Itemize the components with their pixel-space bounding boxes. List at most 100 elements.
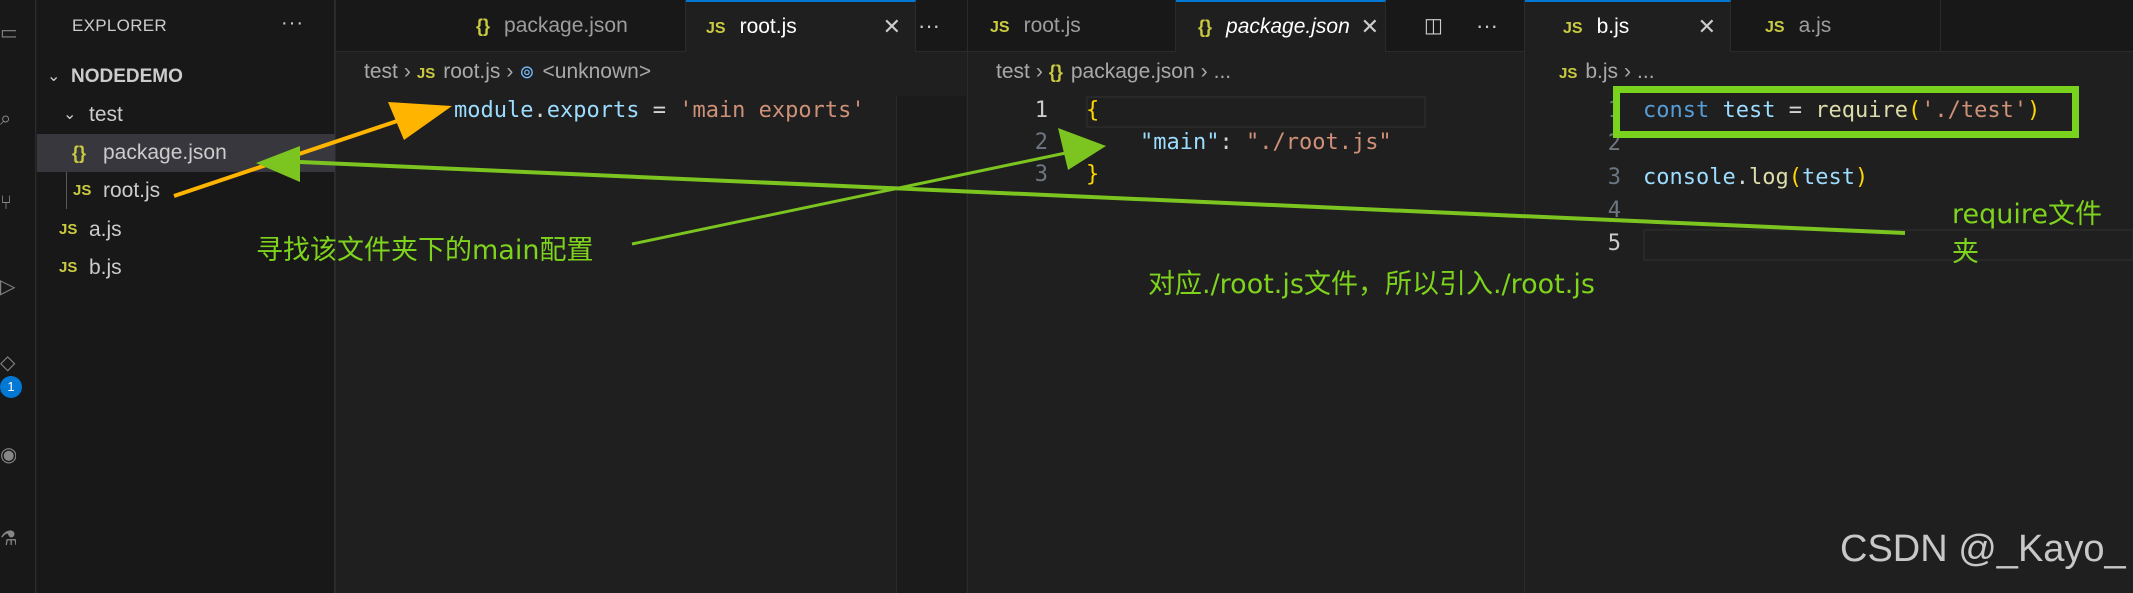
code-token: = bbox=[639, 98, 680, 123]
breadcrumb-item[interactable]: package.json bbox=[1071, 60, 1195, 83]
code-token: } bbox=[1086, 162, 1100, 187]
tab-bar: JS root.js {} package.json ✕ ◫ ··· bbox=[968, 0, 1524, 52]
more-actions-icon[interactable]: ··· bbox=[1476, 0, 1498, 52]
tab-bar: {} package.json JS root.js ✕ ··· bbox=[336, 0, 967, 52]
folder-label: test bbox=[89, 103, 123, 126]
files-icon[interactable]: ▭ bbox=[0, 22, 16, 44]
code-token: log bbox=[1748, 165, 1789, 190]
js-file-icon: JS bbox=[59, 221, 78, 238]
tab-label: root.js bbox=[1023, 14, 1081, 37]
breadcrumb: JS b.js ›... bbox=[1559, 60, 1655, 84]
tab-label: root.js bbox=[739, 15, 797, 38]
explorer-more-icon[interactable]: ··· bbox=[281, 12, 304, 35]
tab-b-js[interactable]: JS b.js ✕ bbox=[1525, 0, 1731, 52]
more-actions-icon[interactable]: ··· bbox=[918, 0, 940, 52]
code-token: 'main exports' bbox=[679, 98, 865, 123]
close-icon[interactable]: ✕ bbox=[1698, 2, 1716, 52]
split-editor-icon[interactable]: ◫ bbox=[1424, 0, 1443, 52]
line-number: 3 bbox=[1607, 165, 1621, 190]
json-file-icon: {} bbox=[476, 16, 491, 36]
chevron-right-icon: › bbox=[1624, 60, 1632, 83]
code-token: "./root.js" bbox=[1245, 130, 1392, 155]
tree-folder-test[interactable]: ⌄ test bbox=[37, 96, 335, 134]
run-debug-icon[interactable]: ▷ bbox=[0, 276, 16, 298]
tab-label: a.js bbox=[1798, 14, 1832, 37]
search-icon[interactable]: ⌕ bbox=[0, 108, 16, 130]
js-file-icon: JS bbox=[73, 182, 92, 199]
symbol-icon: ⊚ bbox=[519, 62, 535, 82]
chevron-right-icon: › bbox=[1200, 60, 1208, 83]
code-token: . bbox=[1735, 165, 1749, 190]
tab-bar: JS b.js ✕ JS a.js bbox=[1525, 0, 2133, 52]
breadcrumb-item[interactable]: <unknown> bbox=[543, 60, 652, 83]
json-file-icon: {} bbox=[1198, 17, 1213, 37]
chevron-down-icon: ⌄ bbox=[63, 106, 77, 123]
minimap[interactable] bbox=[896, 96, 966, 593]
tab-label: b.js bbox=[1596, 15, 1630, 38]
json-file-icon: {} bbox=[72, 143, 87, 163]
line-number: 3 bbox=[1034, 162, 1048, 187]
breadcrumb-item[interactable]: ... bbox=[1214, 60, 1232, 83]
tab-label: package.json bbox=[504, 14, 628, 37]
close-icon[interactable]: ✕ bbox=[1361, 2, 1379, 52]
editor-group-1: {} package.json JS root.js ✕ ··· test › JS ro… bbox=[335, 0, 967, 593]
code-line-2[interactable]: "main": "./root.js" bbox=[1140, 128, 1392, 158]
file-label: root.js bbox=[103, 179, 161, 202]
breadcrumb-item[interactable]: test bbox=[996, 60, 1030, 83]
tree-file-package-json[interactable]: {} package.json bbox=[37, 134, 335, 172]
code-line-3[interactable]: } bbox=[1086, 160, 1099, 190]
tab-package-json[interactable]: {} package.json bbox=[456, 0, 686, 52]
explorer-title: EXPLORER bbox=[72, 16, 167, 35]
current-line-highlight bbox=[1086, 96, 1426, 128]
js-file-icon: JS bbox=[1559, 65, 1578, 82]
breadcrumb-item[interactable]: ... bbox=[1637, 60, 1655, 83]
breadcrumb: test › JS root.js › ⊚ <unknown> bbox=[364, 60, 651, 84]
extensions-badge: 1 bbox=[0, 376, 22, 398]
breadcrumb-item[interactable]: b.js bbox=[1585, 60, 1618, 83]
activity-bar: ▭ ⌕ ⑂ ▷ ◇ 1 ◉ ⚗ bbox=[0, 0, 36, 593]
code-token: exports bbox=[546, 98, 640, 123]
root-folder-label: NODEDEMO bbox=[71, 66, 183, 87]
line-number: 5 bbox=[1607, 231, 1621, 256]
file-label: package.json bbox=[103, 141, 227, 164]
tab-package-json[interactable]: {} package.json ✕ bbox=[1176, 0, 1386, 52]
js-file-icon: JS bbox=[1765, 19, 1785, 36]
tab-root-js[interactable]: JS root.js bbox=[968, 0, 1176, 52]
remote-icon[interactable]: ◉ bbox=[0, 444, 16, 466]
code-token: test bbox=[1801, 165, 1855, 190]
line-number: 1 bbox=[1034, 98, 1048, 123]
code-line-1[interactable]: { bbox=[1086, 96, 1099, 126]
breadcrumb: test ›{} package.json ›... bbox=[996, 60, 1231, 84]
testing-icon[interactable]: ⚗ bbox=[0, 528, 16, 550]
json-file-icon: {} bbox=[1048, 62, 1063, 82]
code-token: console bbox=[1643, 165, 1736, 190]
chevron-down-icon: ⌄ bbox=[47, 68, 61, 85]
file-label: b.js bbox=[89, 256, 122, 279]
chevron-right-icon: › bbox=[1035, 60, 1043, 83]
close-icon[interactable]: ✕ bbox=[883, 2, 901, 52]
line-number: 4 bbox=[1607, 198, 1621, 223]
tab-a-js[interactable]: JS a.js bbox=[1731, 0, 1941, 52]
code-token: ) bbox=[1854, 165, 1869, 190]
js-file-icon: JS bbox=[59, 259, 78, 276]
annotation-require-folder-1: require文件 bbox=[1952, 199, 2102, 230]
tree-root-nodedemo[interactable]: ⌄ NODEDEMO bbox=[37, 58, 335, 96]
extensions-icon[interactable]: ◇ bbox=[0, 352, 16, 374]
code-line-1[interactable]: module.exports = 'main exports' bbox=[454, 96, 865, 126]
code-token: . bbox=[533, 98, 547, 123]
watermark: CSDN @_Kayo_ bbox=[1840, 528, 2126, 570]
current-line-highlight bbox=[1643, 229, 2133, 261]
code-token: "main" bbox=[1140, 130, 1220, 155]
file-label: a.js bbox=[89, 218, 122, 241]
source-control-icon[interactable]: ⑂ bbox=[0, 192, 16, 214]
annotation-root-file: 对应./root.js文件，所以引入./root.js bbox=[1148, 269, 1595, 300]
chevron-right-icon: › bbox=[403, 60, 411, 83]
tree-file-root-js[interactable]: JS root.js bbox=[37, 172, 335, 210]
breadcrumb-item[interactable]: test bbox=[364, 60, 398, 83]
code-line-3[interactable]: console.log(test) bbox=[1643, 163, 1868, 193]
tab-root-js[interactable]: JS root.js ✕ bbox=[686, 0, 916, 52]
annotation-find-main: 寻找该文件夹下的main配置 bbox=[256, 235, 594, 266]
js-file-icon: JS bbox=[416, 65, 436, 82]
breadcrumb-item[interactable]: root.js bbox=[443, 60, 500, 83]
code-token: ( bbox=[1788, 165, 1802, 190]
